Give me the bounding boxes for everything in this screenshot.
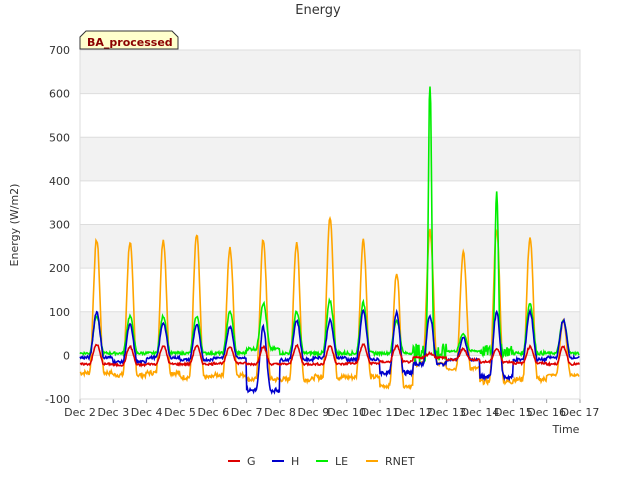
x-tick-label: Dec 3 xyxy=(97,406,129,419)
x-tick-label: Dec 5 xyxy=(164,406,196,419)
x-tick-label: Dec 2 xyxy=(64,406,96,419)
x-tick-label: Dec 7 xyxy=(231,406,263,419)
y-tick-label: 0 xyxy=(63,349,70,362)
y-tick-label: 300 xyxy=(49,219,70,232)
y-tick-label: 200 xyxy=(49,262,70,275)
y-tick-label: 700 xyxy=(49,44,70,57)
y-tick-label: 400 xyxy=(49,175,70,188)
plot-band xyxy=(80,137,580,181)
y-tick-label: 600 xyxy=(49,88,70,101)
plot-band xyxy=(80,224,580,269)
y-tick-label: 100 xyxy=(49,306,70,319)
badge: BA_processed xyxy=(79,30,179,50)
x-tick-label: Dec 6 xyxy=(197,406,229,419)
x-tick-label: Dec 17 xyxy=(561,406,600,419)
plot-band xyxy=(80,50,580,94)
legend-label-le: LE xyxy=(335,455,348,468)
legend-label-h: H xyxy=(291,455,299,468)
energy-chart: -1000100200300400500600700 Dec 2 Dec 3 Dec… xyxy=(0,0,640,480)
legend-label-g: G xyxy=(247,455,256,468)
x-tick-labels: Dec 2 Dec 3 Dec 4 Dec 5 Dec 6 Dec 7 Dec 8 Dec 9… xyxy=(64,406,599,419)
y-tick-label: 500 xyxy=(49,131,70,144)
x-tick-label: Dec 9 xyxy=(297,406,329,419)
chart-title: Energy xyxy=(295,3,341,18)
y-axis-label: Energy (W/m2) xyxy=(8,184,21,267)
legend-label-rnet: RNET xyxy=(385,455,415,468)
x-tick-label: Dec 4 xyxy=(131,406,163,419)
y-tick-label: -100 xyxy=(45,393,70,406)
x-axis-label: Time xyxy=(552,423,580,436)
badge-label: BA_processed xyxy=(87,36,173,49)
x-tick-label: Dec 8 xyxy=(264,406,296,419)
